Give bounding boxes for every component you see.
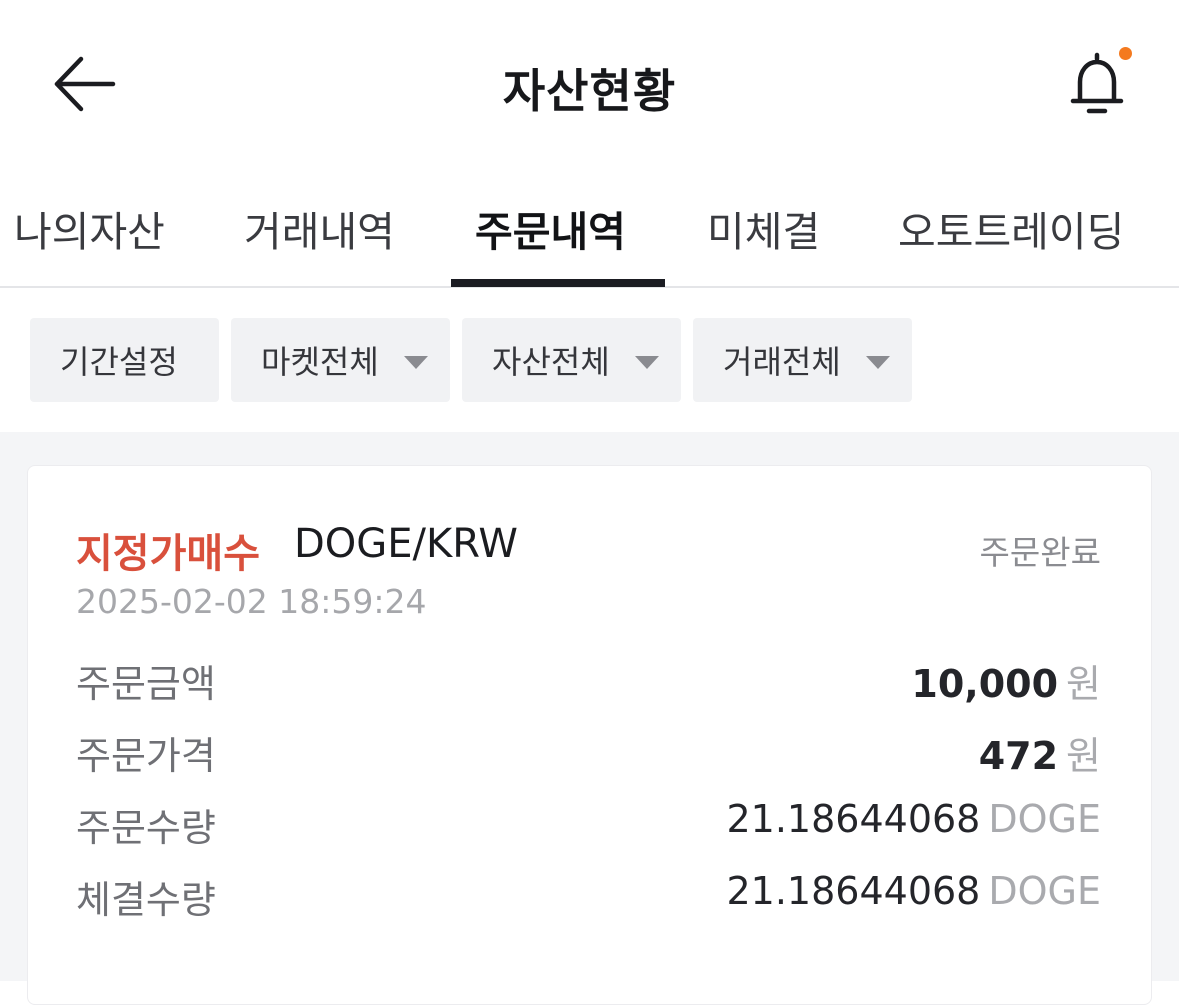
- order-quantity-value: 21.18644068 DOGE: [727, 797, 1102, 841]
- tab-bar: 나의자산 거래내역 주문내역 미체결 오토트레이딩: [0, 170, 1179, 288]
- order-price-value: 472 원: [979, 725, 1101, 780]
- order-card[interactable]: 지정가매수 DOGE/KRW 주문완료 2025-02-02 18:59:24 …: [27, 465, 1152, 1005]
- filled-quantity-unit: DOGE: [988, 869, 1101, 913]
- filled-quantity-value: 21.18644068 DOGE: [727, 869, 1102, 913]
- order-amount-row: 주문금액 10,000 원: [76, 653, 1101, 709]
- order-price-unit: 원: [1066, 734, 1101, 778]
- order-quantity-number: 21.18644068: [726, 797, 981, 841]
- trade-filter-label: 거래전체: [723, 343, 841, 381]
- asset-filter-dropdown[interactable]: 자산전체: [462, 318, 681, 402]
- tab-auto-trading[interactable]: 오토트레이딩: [898, 198, 1124, 258]
- bell-icon: [1070, 52, 1124, 114]
- order-status: 주문완료: [979, 533, 1101, 572]
- order-amount-label: 주문금액: [76, 662, 216, 706]
- active-tab-indicator: [451, 279, 665, 287]
- filled-quantity-label: 체결수량: [76, 878, 216, 922]
- caret-down-icon: [635, 356, 659, 369]
- market-filter-dropdown[interactable]: 마켓전체: [231, 318, 450, 402]
- tab-my-assets[interactable]: 나의자산: [14, 198, 165, 258]
- filled-quantity-row: 체결수량 21.18644068 DOGE: [76, 869, 1101, 925]
- order-quantity-unit: DOGE: [988, 797, 1101, 841]
- caret-down-icon: [866, 356, 890, 369]
- page-title: 자산현황: [502, 64, 677, 118]
- notification-dot: [1119, 47, 1132, 60]
- tab-unfilled[interactable]: 미체결: [707, 198, 820, 258]
- period-filter-button[interactable]: 기간설정: [30, 318, 219, 402]
- order-amount-unit: 원: [1066, 662, 1101, 706]
- order-quantity-label: 주문수량: [76, 806, 216, 850]
- tab-order-history[interactable]: 주문내역: [475, 198, 626, 258]
- tab-trade-history[interactable]: 거래내역: [244, 198, 395, 258]
- trade-filter-dropdown[interactable]: 거래전체: [693, 318, 912, 402]
- app-header: 자산현황: [0, 0, 1179, 170]
- order-price-row: 주문가격 472 원: [76, 725, 1101, 781]
- trading-pair: DOGE/KRW: [294, 521, 518, 567]
- order-price-label: 주문가격: [76, 734, 216, 778]
- order-quantity-row: 주문수량 21.18644068 DOGE: [76, 797, 1101, 853]
- order-price-number: 472: [978, 734, 1059, 778]
- filter-bar: 기간설정 마켓전체 자산전체 거래전체: [0, 290, 1179, 432]
- market-filter-label: 마켓전체: [261, 343, 379, 381]
- order-amount-value: 10,000 원: [911, 653, 1101, 708]
- order-amount-number: 10,000: [911, 662, 1059, 706]
- order-type-label: 지정가매수: [76, 531, 260, 577]
- period-filter-label: 기간설정: [60, 343, 178, 381]
- asset-filter-label: 자산전체: [492, 343, 610, 381]
- caret-down-icon: [404, 356, 428, 369]
- filled-quantity-number: 21.18644068: [726, 869, 981, 913]
- order-timestamp: 2025-02-02 18:59:24: [76, 582, 427, 621]
